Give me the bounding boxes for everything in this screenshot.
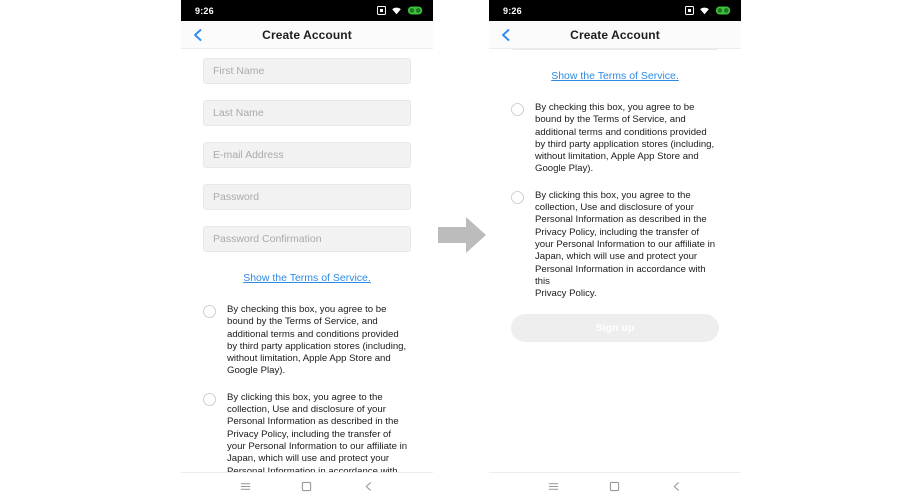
privacy-policy-checkbox[interactable] [511, 190, 524, 204]
terms-of-service-consent-label: By checking this box, you agree to be bo… [227, 304, 407, 377]
battery-icon [715, 6, 732, 15]
password-input[interactable]: Password [203, 184, 411, 210]
form-scroll-area[interactable]: First Name Last Name E-mail Address Pass… [489, 48, 741, 472]
first-name-input[interactable]: First Name [203, 58, 411, 84]
status-bar-time: 9:26 [195, 5, 214, 16]
status-bar-icons [377, 6, 424, 15]
recents-icon[interactable] [547, 480, 560, 493]
last-name-input[interactable]: Last Name [203, 100, 411, 126]
terms-of-service-consent-row: By checking this box, you agree to be bo… [203, 304, 411, 378]
terms-of-service-consent-label: By checking this box, you agree to be bo… [535, 102, 715, 175]
form-scroll-area[interactable]: First Name Last Name E-mail Address Pass… [181, 48, 433, 472]
status-bar-icons [685, 6, 732, 15]
sign-up-button[interactable]: Sign up [511, 314, 719, 343]
app-bar: Create Account [181, 21, 433, 49]
wifi-icon [391, 6, 402, 15]
terms-of-service-consent-row: By checking this box, you agree to be bo… [511, 102, 719, 176]
back-icon[interactable] [362, 480, 375, 493]
privacy-policy-consent-label: By clicking this box, you agree to the c… [227, 391, 408, 472]
wifi-icon [699, 6, 710, 15]
status-bar-time: 9:26 [503, 5, 522, 16]
page-title: Create Account [262, 27, 352, 42]
recents-icon[interactable] [239, 480, 252, 493]
app-bar: Create Account [489, 21, 741, 49]
privacy-policy-consent-row: By clicking this box, you agree to the c… [203, 392, 411, 472]
android-nav-bar [489, 472, 741, 500]
terms-of-service-checkbox[interactable] [203, 305, 216, 318]
terms-of-service-checkbox[interactable] [511, 103, 524, 116]
battery-icon [407, 6, 424, 15]
show-terms-of-service-link[interactable]: Show the Terms of Service. [243, 272, 371, 284]
status-bar: 9:26 [181, 0, 433, 21]
password-confirmation-input[interactable]: Password Confirmation [203, 226, 411, 252]
terms-of-service-link-container: Show the Terms of Service. [511, 66, 719, 84]
right-arrow-icon [434, 212, 490, 258]
screenshot-icon [377, 6, 386, 15]
show-terms-of-service-link[interactable]: Show the Terms of Service. [551, 70, 679, 82]
home-icon[interactable] [608, 480, 621, 493]
chevron-left-icon[interactable] [499, 28, 513, 42]
phone-screen-before: 9:26 Create Account First Name Last Name… [181, 0, 433, 500]
home-icon[interactable] [300, 480, 313, 493]
privacy-policy-consent-label: By clicking this box, you agree to the c… [535, 189, 716, 300]
chevron-left-icon[interactable] [191, 28, 205, 42]
android-nav-bar [181, 472, 433, 500]
page-title: Create Account [570, 27, 660, 42]
phone-screen-after: 9:26 Create Account First Name Last Name… [489, 0, 741, 500]
privacy-policy-consent-row: By clicking this box, you agree to the c… [511, 190, 719, 301]
status-bar: 9:26 [489, 0, 741, 21]
back-icon[interactable] [670, 480, 683, 493]
email-input[interactable]: E-mail Address [203, 142, 411, 168]
screenshot-icon [685, 6, 694, 15]
terms-of-service-link-container: Show the Terms of Service. [203, 268, 411, 286]
privacy-policy-checkbox[interactable] [203, 392, 216, 406]
